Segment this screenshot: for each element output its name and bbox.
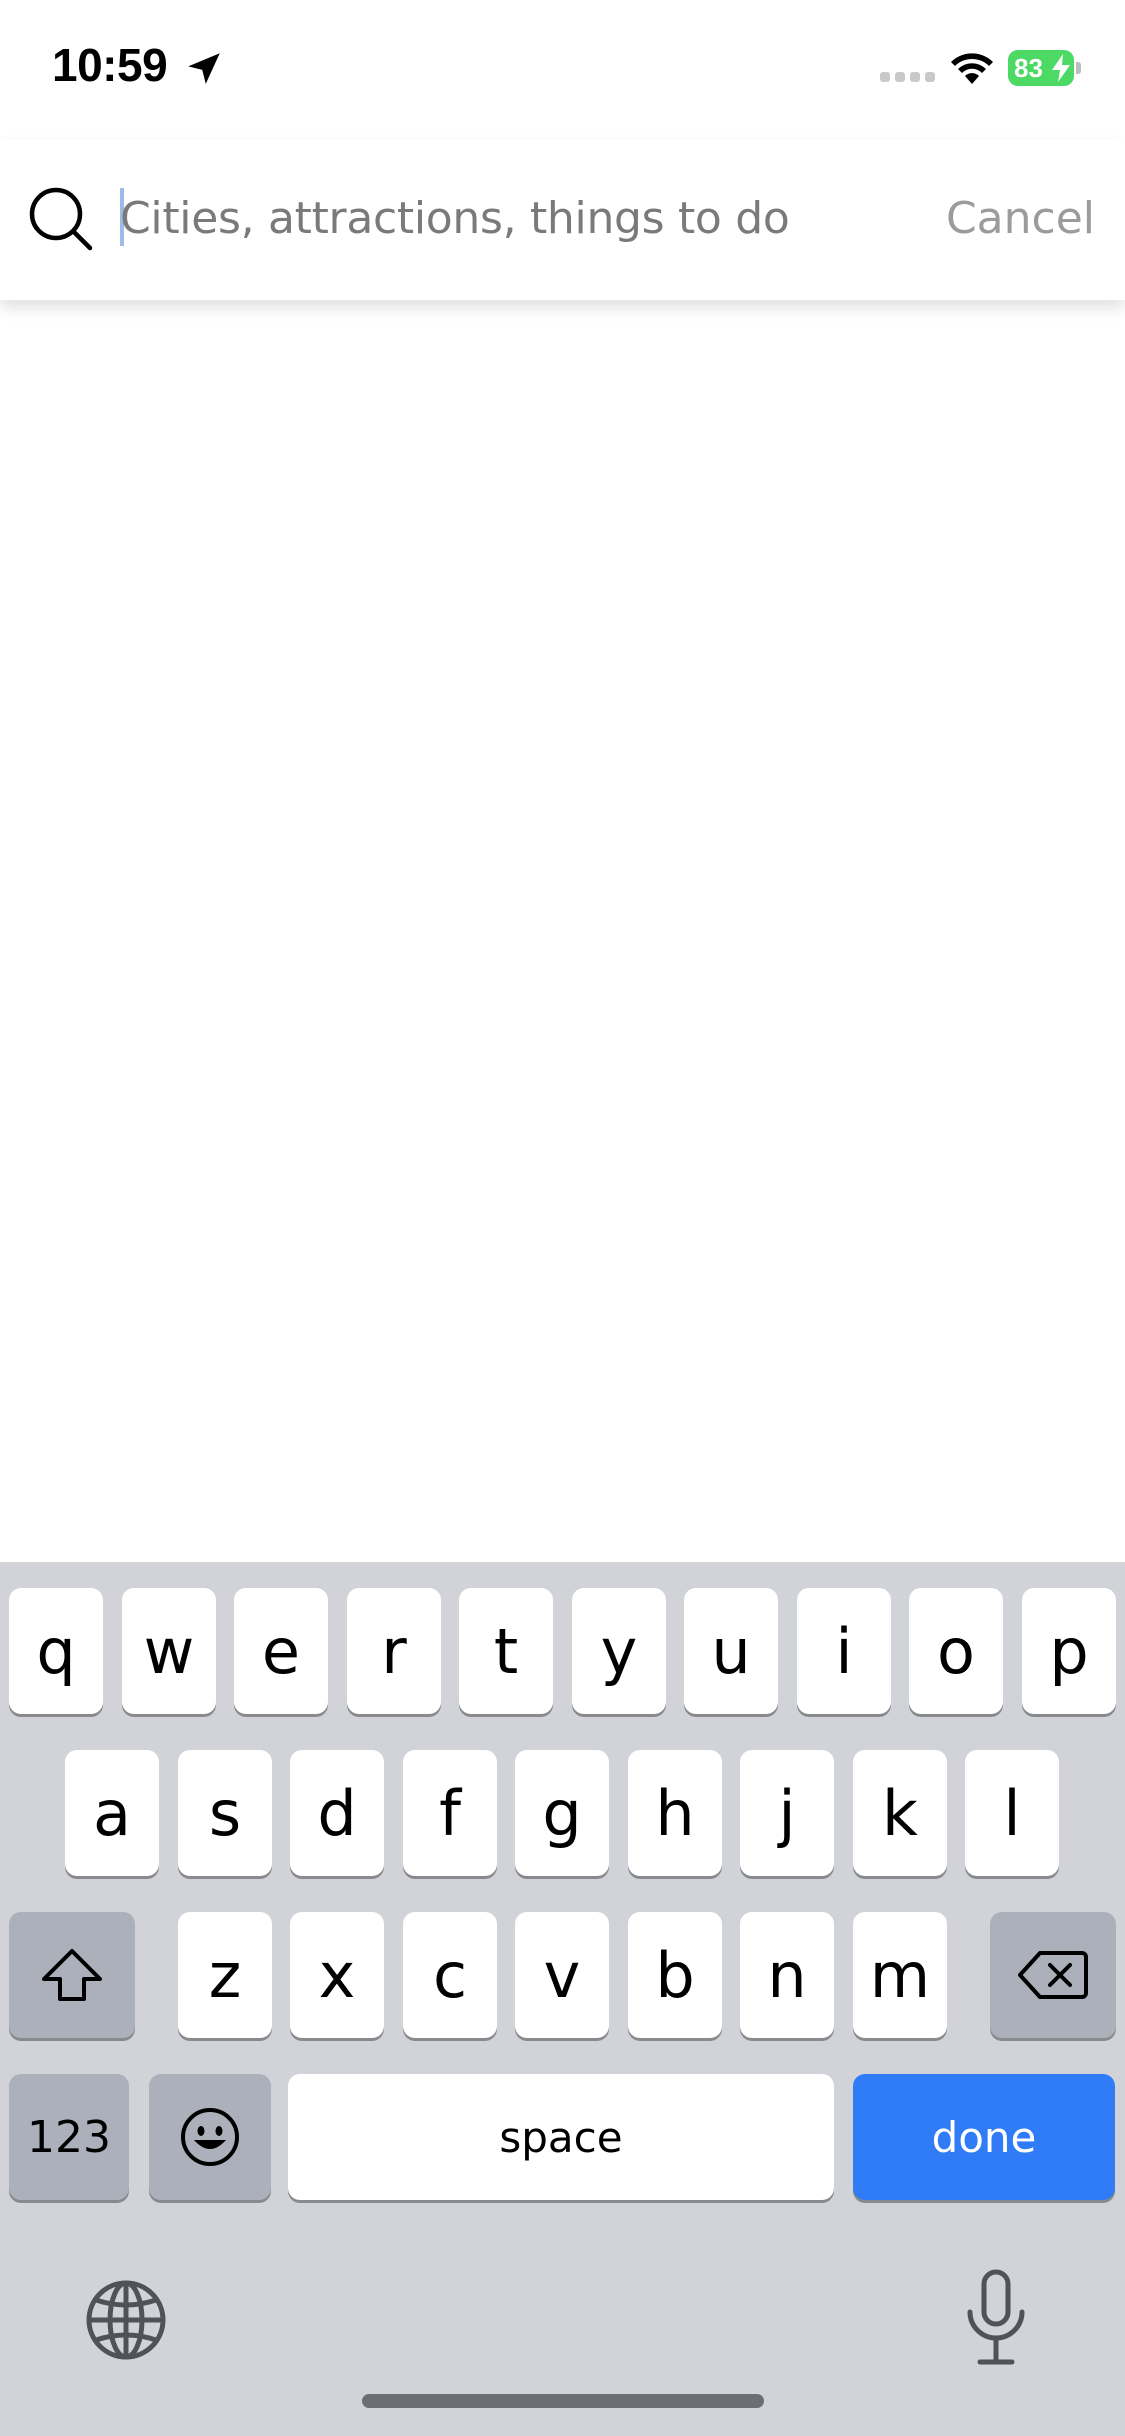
done-key[interactable]: done xyxy=(853,2074,1115,2200)
key-u[interactable]: u xyxy=(684,1588,778,1714)
emoji-key[interactable] xyxy=(149,2074,271,2200)
key-v[interactable]: v xyxy=(515,1912,609,2038)
key-o[interactable]: o xyxy=(909,1588,1003,1714)
key-m[interactable]: m xyxy=(853,1912,947,2038)
cellular-signal-icon xyxy=(880,72,935,82)
key-t[interactable]: t xyxy=(459,1588,553,1714)
key-x[interactable]: x xyxy=(290,1912,384,2038)
status-bar: 10:59 83 xyxy=(0,0,1125,140)
battery-cap xyxy=(1076,62,1081,74)
backspace-icon xyxy=(1018,1951,1088,1999)
key-e[interactable]: e xyxy=(234,1588,328,1714)
location-arrow-icon xyxy=(188,53,220,84)
key-s[interactable]: s xyxy=(178,1750,272,1876)
search-input[interactable] xyxy=(120,176,840,260)
numbers-key[interactable]: 123 xyxy=(9,2074,129,2200)
cancel-button[interactable]: Cancel xyxy=(946,184,1095,254)
key-p[interactable]: p xyxy=(1022,1588,1116,1714)
key-j[interactable]: j xyxy=(740,1750,834,1876)
key-w[interactable]: w xyxy=(122,1588,216,1714)
key-g[interactable]: g xyxy=(515,1750,609,1876)
backspace-key[interactable] xyxy=(990,1912,1116,2038)
wifi-icon xyxy=(951,53,993,84)
key-y[interactable]: y xyxy=(572,1588,666,1714)
search-screen: 10:59 83 Cancel xyxy=(0,0,1125,2436)
emoji-icon xyxy=(181,2108,239,2166)
search-results-area xyxy=(0,300,1125,1562)
globe-icon[interactable] xyxy=(84,2278,168,2362)
battery-icon: 83 xyxy=(1008,50,1082,86)
status-time: 10:59 xyxy=(52,39,168,91)
shift-key[interactable] xyxy=(9,1912,135,2038)
charging-bolt-icon xyxy=(1052,54,1070,82)
keyboard: q w e r t y u i o p a s d f g h j k l z … xyxy=(0,1562,1125,2436)
microphone-icon[interactable] xyxy=(964,2268,1028,2368)
key-l[interactable]: l xyxy=(965,1750,1059,1876)
key-i[interactable]: i xyxy=(797,1588,891,1714)
key-n[interactable]: n xyxy=(740,1912,834,2038)
key-k[interactable]: k xyxy=(853,1750,947,1876)
search-icon xyxy=(29,187,93,251)
search-header: Cancel xyxy=(0,140,1125,300)
key-h[interactable]: h xyxy=(628,1750,722,1876)
key-a[interactable]: a xyxy=(65,1750,159,1876)
key-b[interactable]: b xyxy=(628,1912,722,2038)
home-indicator[interactable] xyxy=(362,2394,764,2408)
key-d[interactable]: d xyxy=(290,1750,384,1876)
key-r[interactable]: r xyxy=(347,1588,441,1714)
space-key[interactable]: space xyxy=(288,2074,834,2200)
key-q[interactable]: q xyxy=(9,1588,103,1714)
key-z[interactable]: z xyxy=(178,1912,272,2038)
key-f[interactable]: f xyxy=(403,1750,497,1876)
key-c[interactable]: c xyxy=(403,1912,497,2038)
shift-icon xyxy=(42,1949,102,2001)
